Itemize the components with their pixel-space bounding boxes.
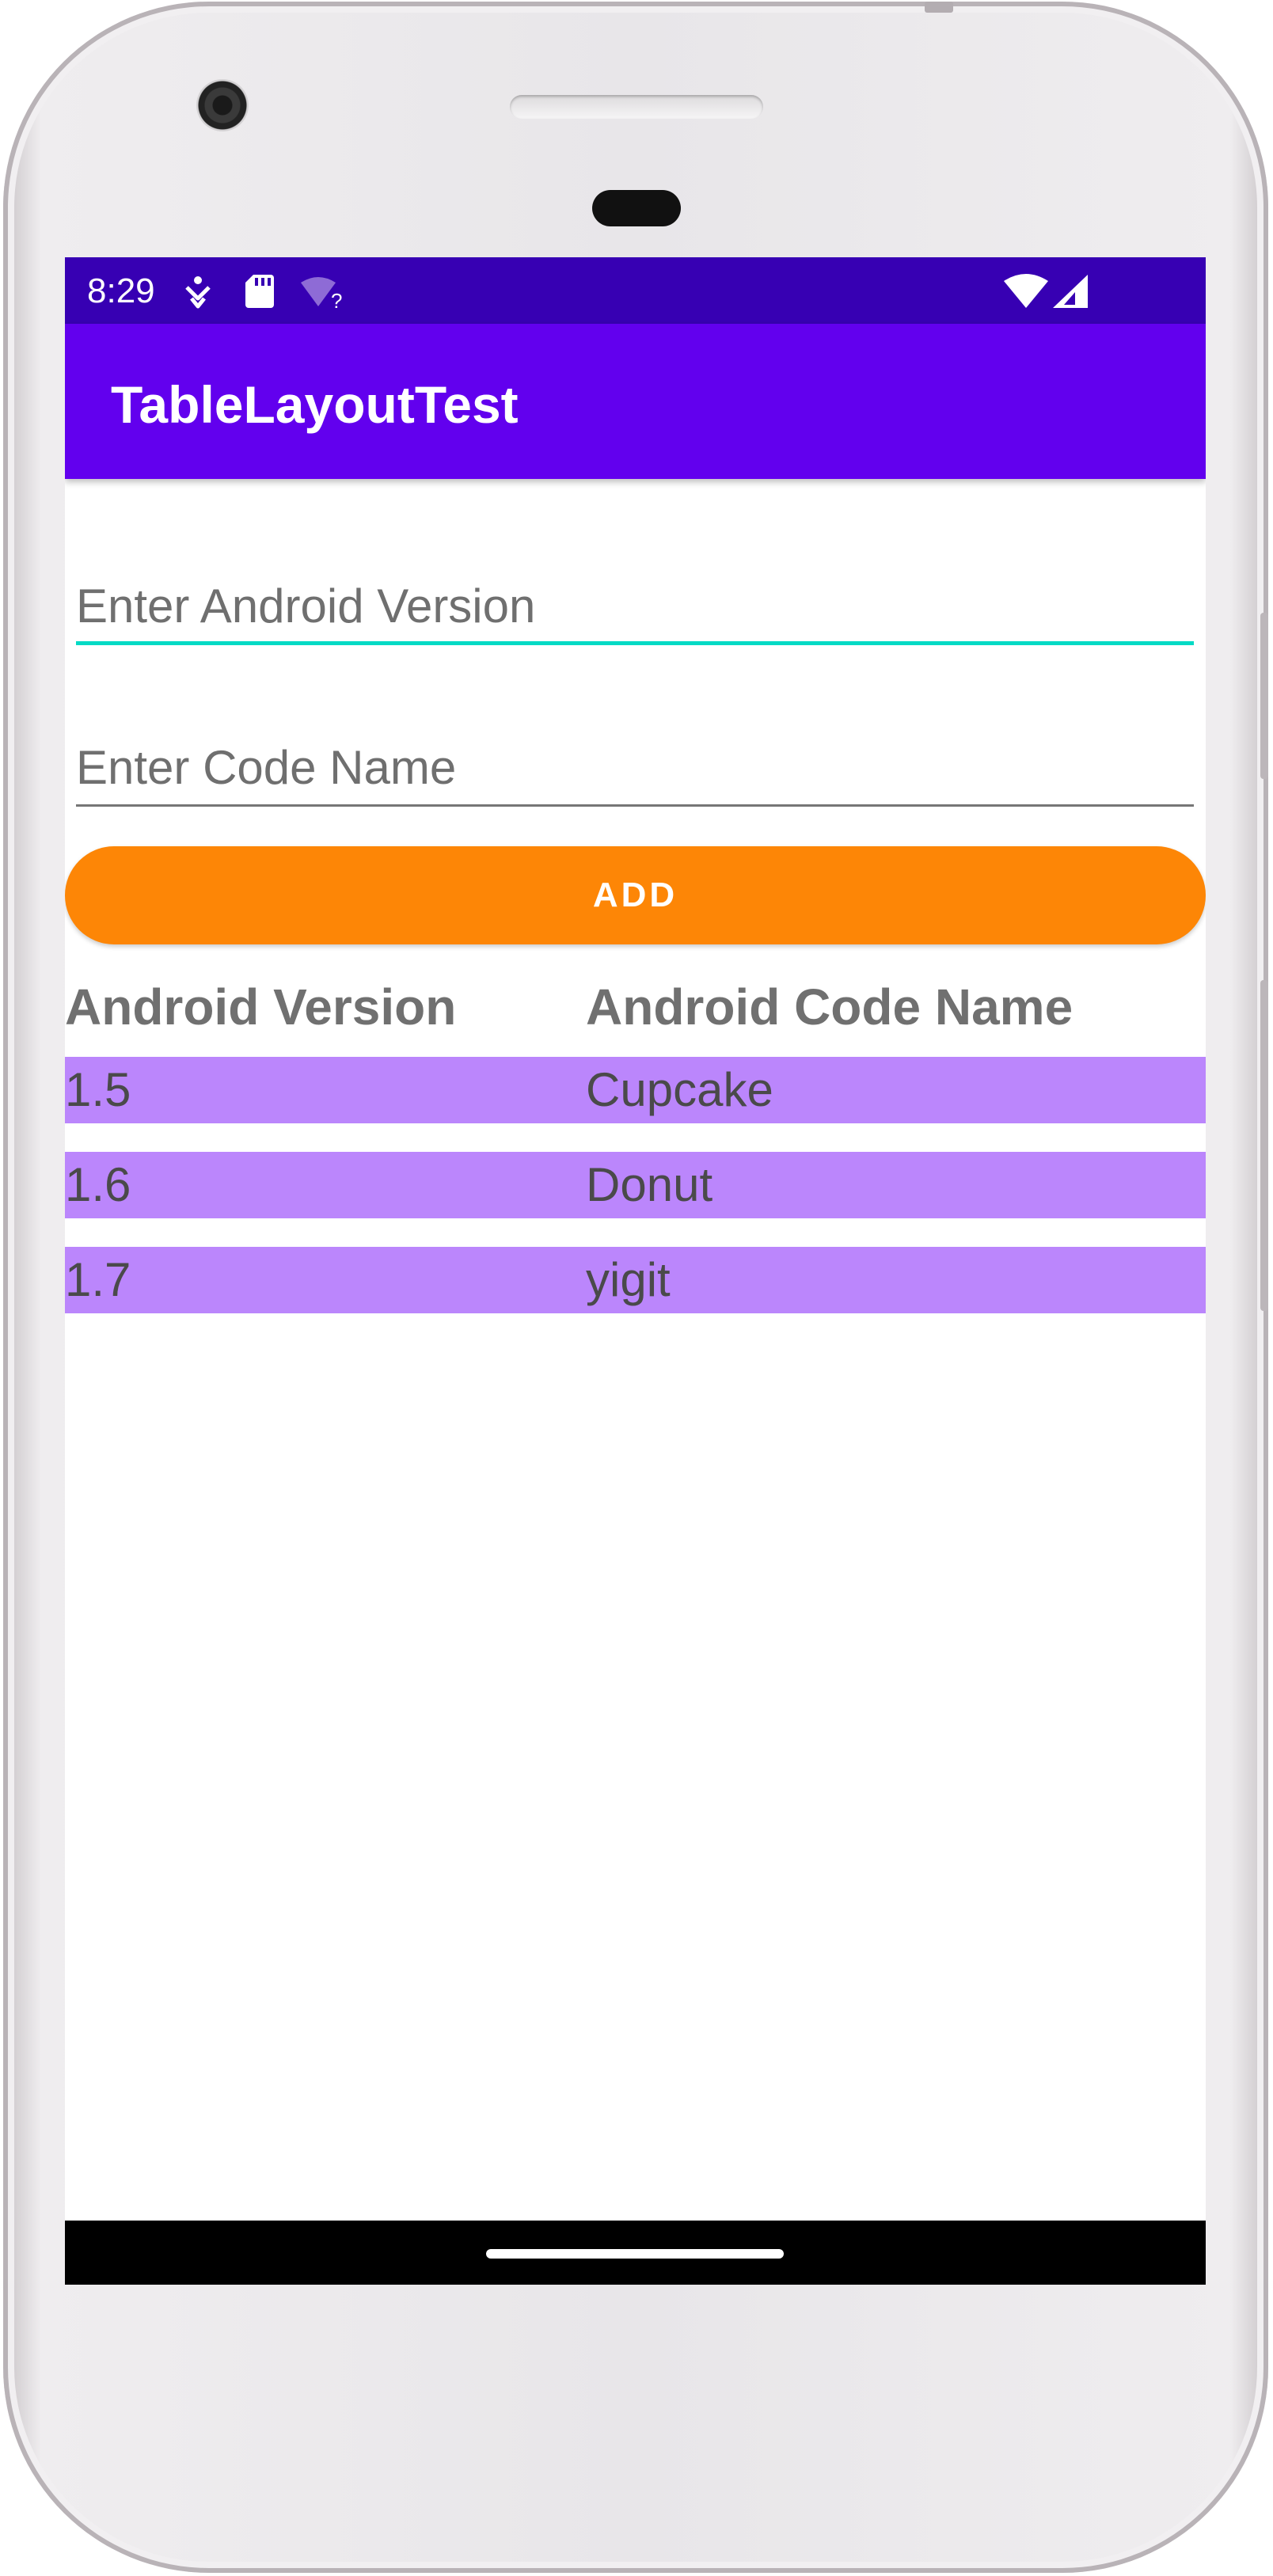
- phone-frame: 8:29 ? TableLayoutTest Enter Android Ver…: [3, 2, 1268, 2573]
- header-android-version: Android Version: [65, 978, 457, 1035]
- row-version: 1.6: [65, 1158, 131, 1211]
- table-row: 1.7 yigit: [65, 1247, 1206, 1313]
- screen: 8:29 ? TableLayoutTest Enter Android Ver…: [65, 257, 1206, 2285]
- code-name-field[interactable]: [76, 728, 1194, 807]
- row-version: 1.5: [65, 1063, 131, 1116]
- sd-card-icon: [244, 273, 276, 313]
- table-row: 1.6 Donut: [65, 1152, 1206, 1218]
- add-button[interactable]: ADD: [65, 846, 1206, 944]
- home-gesture-handle[interactable]: [486, 2249, 784, 2259]
- code-name-input[interactable]: [76, 735, 1194, 799]
- android-version-input[interactable]: [76, 574, 1194, 637]
- row-codename: Donut: [586, 1158, 713, 1211]
- status-bar: 8:29 ?: [65, 257, 1206, 324]
- cell-signal-icon: [1051, 273, 1089, 313]
- accessibility-icon: [184, 275, 212, 313]
- wifi-icon: [1004, 273, 1048, 312]
- android-versions-table: Android Version Android Code Name 1.5 Cu…: [65, 962, 1206, 1313]
- app-title: TableLayoutTest: [111, 375, 519, 434]
- volume-button: [1260, 980, 1268, 1311]
- power-button: [1260, 613, 1268, 779]
- table-header: Android Version Android Code Name: [65, 962, 1206, 1044]
- proximity-sensor: [592, 190, 681, 226]
- svg-text:?: ?: [331, 289, 342, 311]
- status-time: 8:29: [87, 272, 155, 310]
- android-version-field[interactable]: [76, 566, 1194, 645]
- navigation-bar: [65, 2221, 1206, 2285]
- table-row: 1.5 Cupcake: [65, 1057, 1206, 1123]
- row-version: 1.7: [65, 1253, 131, 1306]
- app-bar: TableLayoutTest: [65, 324, 1206, 479]
- header-android-code-name: Android Code Name: [586, 978, 1074, 1035]
- front-camera: [196, 79, 249, 131]
- earpiece-speaker: [510, 95, 763, 119]
- wifi-unknown-icon: ?: [299, 275, 347, 315]
- android-version-underline: [76, 641, 1194, 645]
- row-codename: Cupcake: [586, 1063, 773, 1116]
- code-name-underline: [76, 804, 1194, 807]
- row-codename: yigit: [586, 1253, 671, 1306]
- power-button-top: [925, 2, 953, 13]
